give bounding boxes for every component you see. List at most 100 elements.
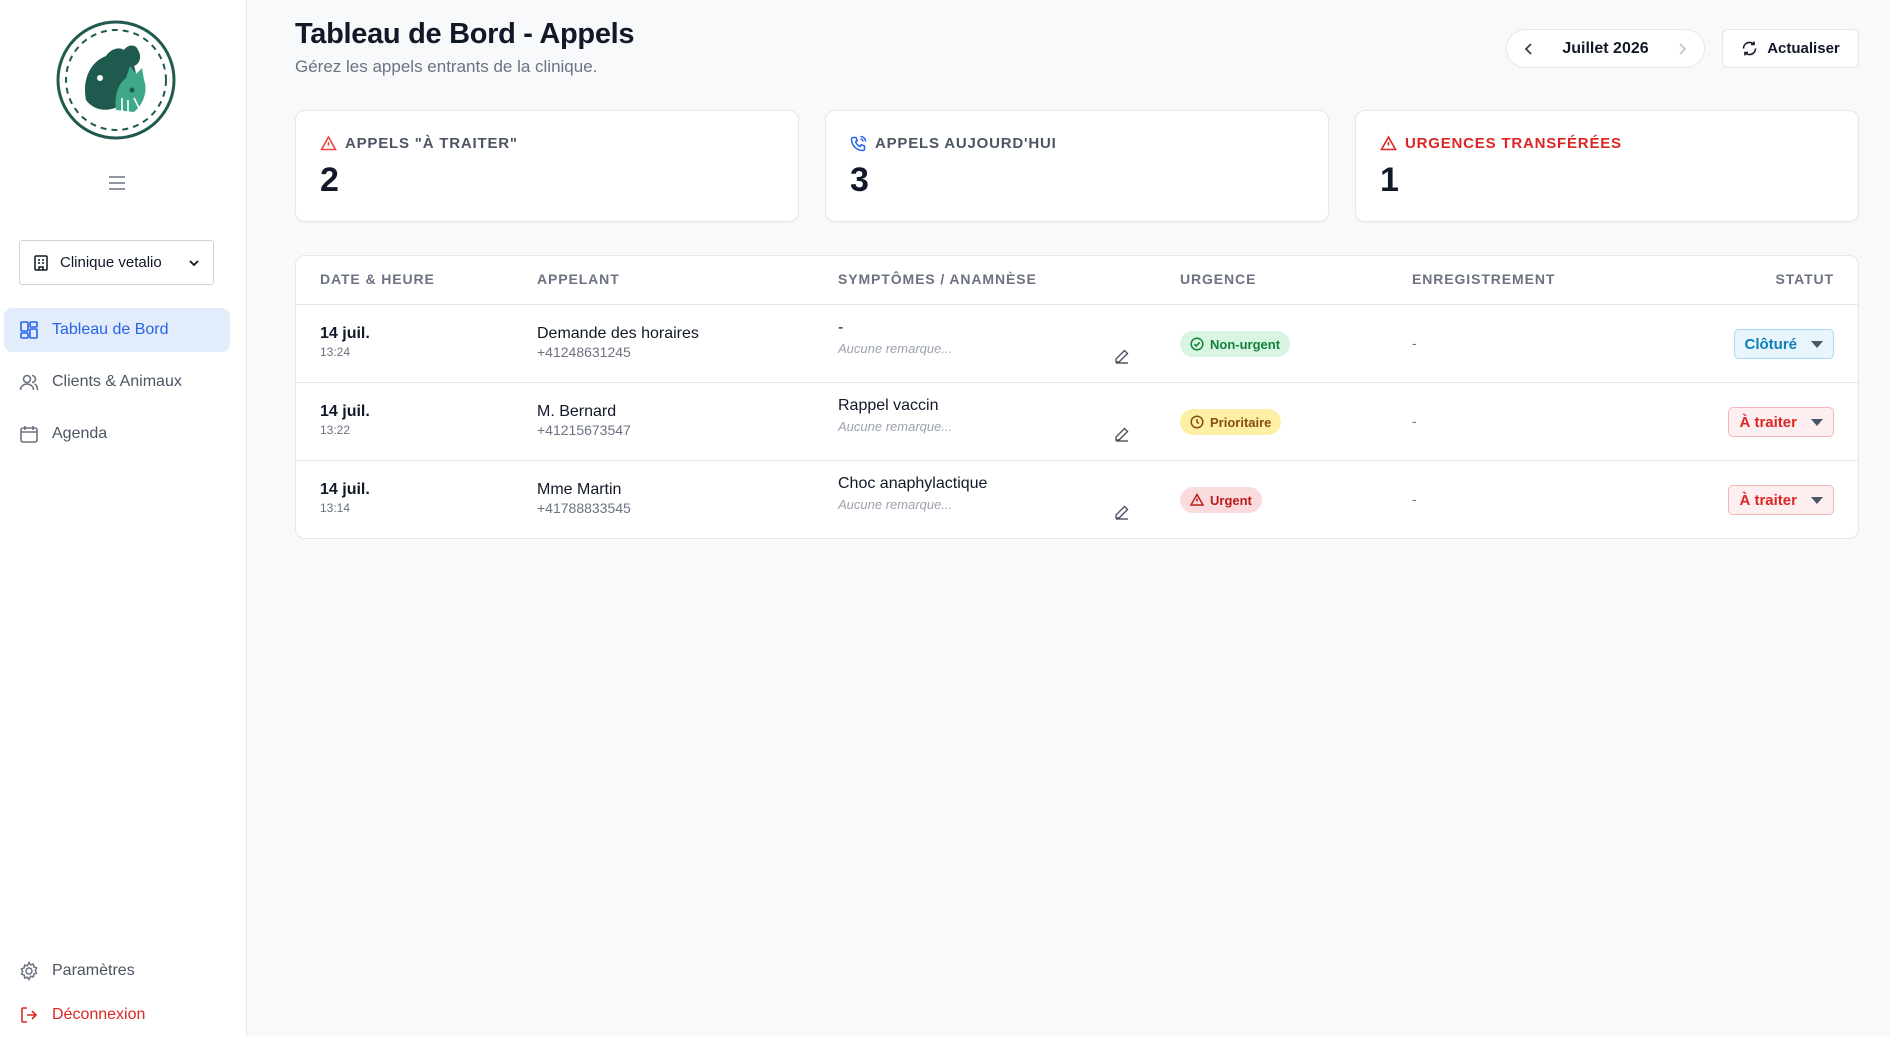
status-label: À traiter bbox=[1739, 491, 1797, 509]
nav-item-settings[interactable]: Paramètres bbox=[4, 949, 230, 993]
stat-label: APPELS "À TRAITER" bbox=[345, 135, 518, 152]
symptom-text: - bbox=[838, 319, 844, 336]
urgency-label: Urgent bbox=[1210, 492, 1252, 508]
urgency-badge-priority: Prioritaire bbox=[1180, 409, 1282, 435]
chevron-down-icon bbox=[187, 256, 201, 270]
stat-value: 2 bbox=[320, 161, 339, 199]
call-datetime: 14 juil. 13:22 bbox=[320, 403, 370, 437]
status-dropdown[interactable]: À traiter bbox=[1728, 485, 1834, 515]
status-label: À traiter bbox=[1739, 413, 1797, 431]
remark-placeholder: Aucune remarque... bbox=[838, 419, 953, 434]
column-header-status: STATUT bbox=[1775, 271, 1834, 287]
edit-remark-icon[interactable] bbox=[1114, 426, 1130, 442]
page-title: Tableau de Bord - Appels bbox=[295, 18, 635, 50]
sidebar: Clinique vetalio Tableau de Bord Clients… bbox=[0, 0, 247, 1037]
column-header-symptoms: SYMPTÔMES / ANAMNÈSE bbox=[838, 271, 1037, 287]
call-time: 13:24 bbox=[320, 345, 351, 359]
symptoms-cell: Rappel vaccin Aucune remarque... bbox=[838, 397, 952, 434]
remark-placeholder: Aucune remarque... bbox=[838, 341, 953, 356]
dashboard-icon bbox=[19, 320, 39, 340]
caller-phone: +41788833545 bbox=[537, 500, 631, 516]
nav-item-label: Paramètres bbox=[52, 962, 135, 979]
building-icon bbox=[32, 254, 50, 272]
clock-icon bbox=[1190, 415, 1204, 429]
clinic-logo bbox=[56, 20, 176, 140]
column-header-date: DATE & HEURE bbox=[320, 271, 435, 287]
stat-value: 1 bbox=[1380, 161, 1399, 199]
symptom-text: Choc anaphylactique bbox=[838, 475, 988, 492]
caller-info: Demande des horaires +41248631245 bbox=[537, 325, 699, 360]
call-datetime: 14 juil. 13:24 bbox=[320, 325, 370, 359]
caret-down-icon bbox=[1811, 418, 1823, 426]
urgency-cell: Non-urgent bbox=[1180, 331, 1291, 357]
edit-remark-icon[interactable] bbox=[1114, 348, 1130, 364]
clinic-selector[interactable]: Clinique vetalio bbox=[19, 240, 214, 285]
symptoms-cell: - Aucune remarque... bbox=[838, 319, 952, 356]
column-header-urgency: URGENCE bbox=[1180, 271, 1257, 287]
nav-item-clients[interactable]: Clients & Animaux bbox=[4, 360, 230, 404]
warning-triangle-icon bbox=[320, 135, 337, 152]
recording-value: - bbox=[1412, 413, 1417, 429]
recording-value: - bbox=[1412, 491, 1417, 507]
caret-down-icon bbox=[1811, 496, 1823, 504]
stat-card-emergencies: URGENCES TRANSFÉRÉES 1 bbox=[1355, 110, 1859, 222]
calendar-icon bbox=[19, 424, 39, 444]
stat-label: APPELS AUJOURD'HUI bbox=[875, 135, 1057, 152]
chevron-right-icon[interactable] bbox=[1674, 41, 1690, 57]
nav-item-label: Agenda bbox=[52, 425, 108, 442]
calls-table: DATE & HEURE APPELANT SYMPTÔMES / ANAMNÈ… bbox=[295, 255, 1859, 539]
urgency-badge-urgent: Urgent bbox=[1180, 487, 1262, 513]
users-icon bbox=[19, 372, 39, 392]
recording-value: - bbox=[1412, 335, 1417, 351]
table-row[interactable]: 14 juil. 13:24 Demande des horaires +412… bbox=[296, 305, 1858, 383]
caller-name: Mme Martin bbox=[537, 481, 622, 498]
column-header-caller: APPELANT bbox=[537, 271, 620, 287]
chevron-left-icon[interactable] bbox=[1521, 41, 1537, 57]
stat-value: 3 bbox=[850, 161, 869, 199]
edit-remark-icon[interactable] bbox=[1114, 504, 1130, 520]
gear-icon bbox=[19, 961, 39, 981]
urgency-badge-non-urgent: Non-urgent bbox=[1180, 331, 1291, 357]
symptom-text: Rappel vaccin bbox=[838, 397, 939, 414]
nav-item-logout[interactable]: Déconnexion bbox=[4, 993, 230, 1037]
current-month: Juillet 2026 bbox=[1562, 39, 1649, 57]
call-date: 14 juil. bbox=[320, 403, 370, 420]
call-datetime: 14 juil. 13:14 bbox=[320, 481, 370, 515]
stat-card-to-process: APPELS "À TRAITER" 2 bbox=[295, 110, 799, 222]
table-row[interactable]: 14 juil. 13:14 Mme Martin +41788833545 C… bbox=[296, 461, 1858, 538]
call-time: 13:22 bbox=[320, 423, 351, 437]
table-row[interactable]: 14 juil. 13:22 M. Bernard +41215673547 R… bbox=[296, 383, 1858, 461]
status-dropdown[interactable]: À traiter bbox=[1728, 407, 1834, 437]
urgency-cell: Urgent bbox=[1180, 487, 1262, 513]
status-label: Clôturé bbox=[1744, 335, 1798, 353]
caller-info: M. Bernard +41215673547 bbox=[537, 403, 631, 438]
caller-phone: +41248631245 bbox=[537, 344, 631, 360]
nav-item-label: Tableau de Bord bbox=[52, 321, 169, 338]
refresh-button[interactable]: Actualiser bbox=[1722, 29, 1859, 68]
call-date: 14 juil. bbox=[320, 325, 370, 342]
call-date: 14 juil. bbox=[320, 481, 370, 498]
caller-name: M. Bernard bbox=[537, 403, 617, 420]
remark-placeholder: Aucune remarque... bbox=[838, 497, 953, 512]
warning-triangle-icon bbox=[1380, 135, 1397, 152]
caret-down-icon bbox=[1811, 340, 1823, 348]
status-dropdown[interactable]: Clôturé bbox=[1733, 329, 1834, 359]
column-header-recording: ENREGISTREMENT bbox=[1412, 271, 1556, 287]
stat-card-calls-today: APPELS AUJOURD'HUI 3 bbox=[825, 110, 1329, 222]
logout-icon bbox=[19, 1005, 39, 1025]
month-navigator: Juillet 2026 bbox=[1506, 29, 1705, 68]
menu-toggle-icon[interactable] bbox=[106, 172, 128, 194]
nav-item-dashboard[interactable]: Tableau de Bord bbox=[4, 308, 230, 352]
symptoms-cell: Choc anaphylactique Aucune remarque... bbox=[838, 475, 987, 512]
urgency-label: Prioritaire bbox=[1210, 414, 1272, 430]
check-circle-icon bbox=[1190, 337, 1204, 351]
urgency-cell: Prioritaire bbox=[1180, 409, 1282, 435]
nav-item-label: Clients & Animaux bbox=[52, 373, 182, 390]
caller-info: Mme Martin +41788833545 bbox=[537, 481, 631, 516]
caller-name: Demande des horaires bbox=[537, 325, 699, 342]
phone-call-icon bbox=[850, 135, 867, 152]
urgency-label: Non-urgent bbox=[1210, 336, 1281, 352]
nav-item-agenda[interactable]: Agenda bbox=[4, 412, 230, 456]
stat-label: URGENCES TRANSFÉRÉES bbox=[1405, 135, 1622, 152]
caller-phone: +41215673547 bbox=[537, 422, 631, 438]
